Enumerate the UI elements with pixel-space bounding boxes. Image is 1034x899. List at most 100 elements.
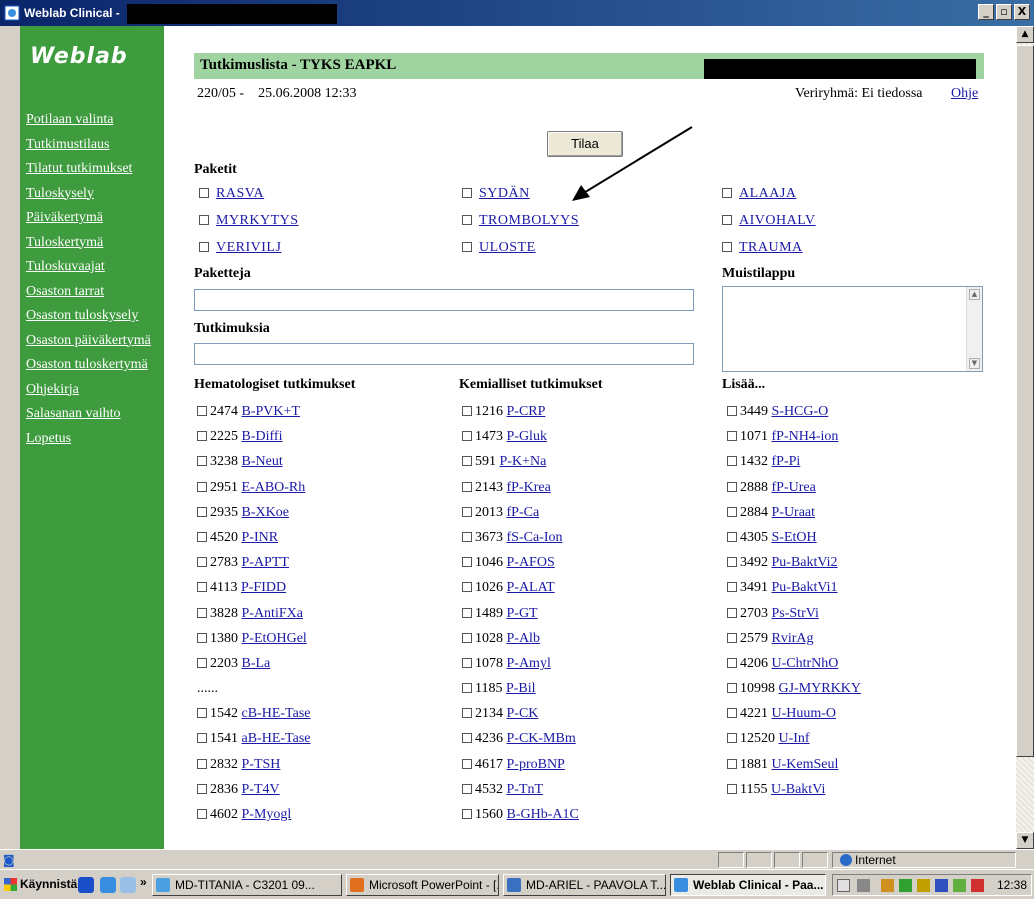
checkbox[interactable] bbox=[462, 406, 472, 416]
sidebar-item-potilaan-valinta[interactable]: Potilaan valinta bbox=[26, 110, 151, 135]
checkbox[interactable] bbox=[462, 188, 472, 198]
test-link[interactable]: P-T4V bbox=[242, 782, 280, 797]
test-row[interactable]: 4617 P-proBNP bbox=[462, 755, 579, 780]
test-link[interactable]: P-CK bbox=[507, 706, 539, 721]
test-row[interactable]: 1541 aB-HE-Tase bbox=[197, 729, 311, 754]
checkbox[interactable] bbox=[197, 758, 207, 769]
tray-icon[interactable] bbox=[899, 879, 912, 892]
test-row[interactable]: 1216 P-CRP bbox=[462, 402, 579, 427]
test-link[interactable]: GJ-MYRKKY bbox=[779, 681, 861, 696]
checkbox[interactable] bbox=[197, 809, 207, 819]
checkbox[interactable] bbox=[727, 531, 737, 542]
test-row[interactable]: 1028 P-Alb bbox=[462, 629, 579, 654]
checkbox[interactable] bbox=[197, 406, 207, 416]
test-row[interactable]: 1046 P-AFOS bbox=[462, 553, 579, 578]
test-row[interactable]: 12520 U-Inf bbox=[727, 729, 861, 754]
checkbox[interactable] bbox=[727, 708, 737, 719]
test-row[interactable]: 2203 B-La bbox=[197, 654, 311, 679]
sidebar-item-osaston-paivakertyma[interactable]: Osaston päiväkertymä bbox=[26, 331, 151, 356]
test-row[interactable]: 4532 P-TnT bbox=[462, 780, 579, 805]
test-row[interactable]: 4305 S-EtOH bbox=[727, 528, 861, 553]
taskbar-item-active[interactable]: Weblab Clinical - Paa... bbox=[670, 874, 826, 896]
checkbox[interactable] bbox=[197, 506, 207, 517]
checkbox[interactable] bbox=[727, 582, 737, 593]
test-link[interactable]: Pu-BaktVi1 bbox=[772, 580, 838, 595]
test-link[interactable]: B-XKoe bbox=[242, 505, 289, 520]
test-link[interactable]: P-CRP bbox=[507, 404, 546, 419]
sidebar-item-osaston-tarrat[interactable]: Osaston tarrat bbox=[26, 282, 151, 307]
test-row[interactable]: 1473 P-Gluk bbox=[462, 427, 579, 452]
package-item[interactable]: TRAUMA bbox=[722, 240, 803, 256]
desktop-icon[interactable] bbox=[120, 877, 136, 893]
checkbox[interactable] bbox=[462, 481, 472, 492]
test-link[interactable]: P-Myogl bbox=[242, 807, 292, 822]
test-link[interactable]: P-GT bbox=[507, 606, 538, 621]
test-row[interactable]: 2579 RvirAg bbox=[727, 629, 861, 654]
tray-icon[interactable] bbox=[953, 879, 966, 892]
sidebar-item-lopetus[interactable]: Lopetus bbox=[26, 429, 151, 454]
test-row[interactable]: 1542 cB-HE-Tase bbox=[197, 704, 311, 729]
tray-icon[interactable] bbox=[935, 879, 948, 892]
checkbox[interactable] bbox=[462, 582, 472, 593]
test-row[interactable]: 1185 P-Bil bbox=[462, 679, 579, 704]
checkbox[interactable] bbox=[462, 607, 472, 618]
checkbox[interactable] bbox=[727, 431, 737, 442]
maximize-button[interactable]: ▫ bbox=[996, 4, 1012, 20]
info-icon[interactable] bbox=[78, 877, 94, 893]
test-link[interactable]: P-Amyl bbox=[507, 656, 551, 671]
checkbox[interactable] bbox=[197, 632, 207, 643]
checkbox[interactable] bbox=[197, 708, 207, 719]
test-row[interactable]: 3673 fS-Ca-Ion bbox=[462, 528, 579, 553]
checkbox[interactable] bbox=[197, 431, 207, 442]
checkbox[interactable] bbox=[727, 733, 737, 744]
checkbox[interactable] bbox=[197, 733, 207, 744]
checkbox[interactable] bbox=[462, 683, 472, 694]
package-item[interactable]: AIVOHALV bbox=[722, 213, 816, 229]
test-link[interactable]: B-GHb-A1C bbox=[507, 807, 579, 822]
test-row[interactable]: 2013 fP-Ca bbox=[462, 503, 579, 528]
test-link[interactable]: U-ChtrNhO bbox=[772, 656, 839, 671]
checkbox[interactable] bbox=[727, 506, 737, 517]
test-row[interactable]: 4236 P-CK-MBm bbox=[462, 729, 579, 754]
close-button[interactable]: X bbox=[1014, 4, 1030, 20]
taskbar-item[interactable]: MD-ARIEL - PAAVOLA T... bbox=[503, 874, 666, 896]
checkbox[interactable] bbox=[462, 758, 472, 769]
test-link[interactable]: aB-HE-Tase bbox=[242, 731, 311, 746]
checkbox[interactable] bbox=[727, 657, 737, 668]
tray-icon[interactable] bbox=[857, 879, 870, 892]
checkbox[interactable] bbox=[197, 607, 207, 618]
test-link[interactable]: P-K+Na bbox=[500, 454, 547, 469]
help-link[interactable]: Ohje bbox=[951, 86, 978, 102]
test-link[interactable]: P-TnT bbox=[507, 782, 544, 797]
checkbox[interactable] bbox=[199, 242, 209, 252]
checkbox[interactable] bbox=[722, 242, 732, 252]
test-link[interactable]: P-EtOHGel bbox=[242, 631, 307, 646]
page-scrollbar[interactable]: ▲ ▼ bbox=[1016, 26, 1034, 849]
start-button[interactable]: Käynnistä bbox=[2, 874, 77, 896]
package-item[interactable]: ULOSTE bbox=[462, 240, 536, 256]
package-item[interactable]: MYRKYTYS bbox=[199, 213, 299, 229]
test-row[interactable]: 3491 Pu-BaktVi1 bbox=[727, 578, 861, 603]
scroll-down-icon[interactable]: ▼ bbox=[1016, 832, 1034, 849]
test-row[interactable]: 1489 P-GT bbox=[462, 604, 579, 629]
test-link[interactable]: B-La bbox=[242, 656, 271, 671]
checkbox[interactable] bbox=[727, 607, 737, 618]
checkbox[interactable] bbox=[462, 632, 472, 643]
checkbox[interactable] bbox=[197, 557, 207, 568]
test-row[interactable]: 3828 P-AntiFXa bbox=[197, 604, 311, 629]
test-row[interactable]: 10998 GJ-MYRKKY bbox=[727, 679, 861, 704]
notes-textarea[interactable]: ▲ ▼ bbox=[722, 286, 983, 372]
checkbox[interactable] bbox=[727, 481, 737, 492]
minimize-button[interactable]: _ bbox=[978, 4, 994, 20]
test-row[interactable]: 2935 B-XKoe bbox=[197, 503, 311, 528]
checkbox[interactable] bbox=[727, 406, 737, 416]
test-link[interactable]: P-proBNP bbox=[507, 757, 565, 772]
ie-icon[interactable] bbox=[100, 877, 116, 893]
sidebar-item-salasanan-vaihto[interactable]: Salasanan vaihto bbox=[26, 404, 151, 429]
test-row[interactable]: 3492 Pu-BaktVi2 bbox=[727, 553, 861, 578]
sidebar-item-tutkimustilaus[interactable]: Tutkimustilaus bbox=[26, 135, 151, 160]
test-row[interactable]: 2134 P-CK bbox=[462, 704, 579, 729]
checkbox[interactable] bbox=[462, 809, 472, 819]
test-row[interactable]: 4520 P-INR bbox=[197, 528, 311, 553]
test-link[interactable]: S-EtOH bbox=[772, 530, 817, 545]
